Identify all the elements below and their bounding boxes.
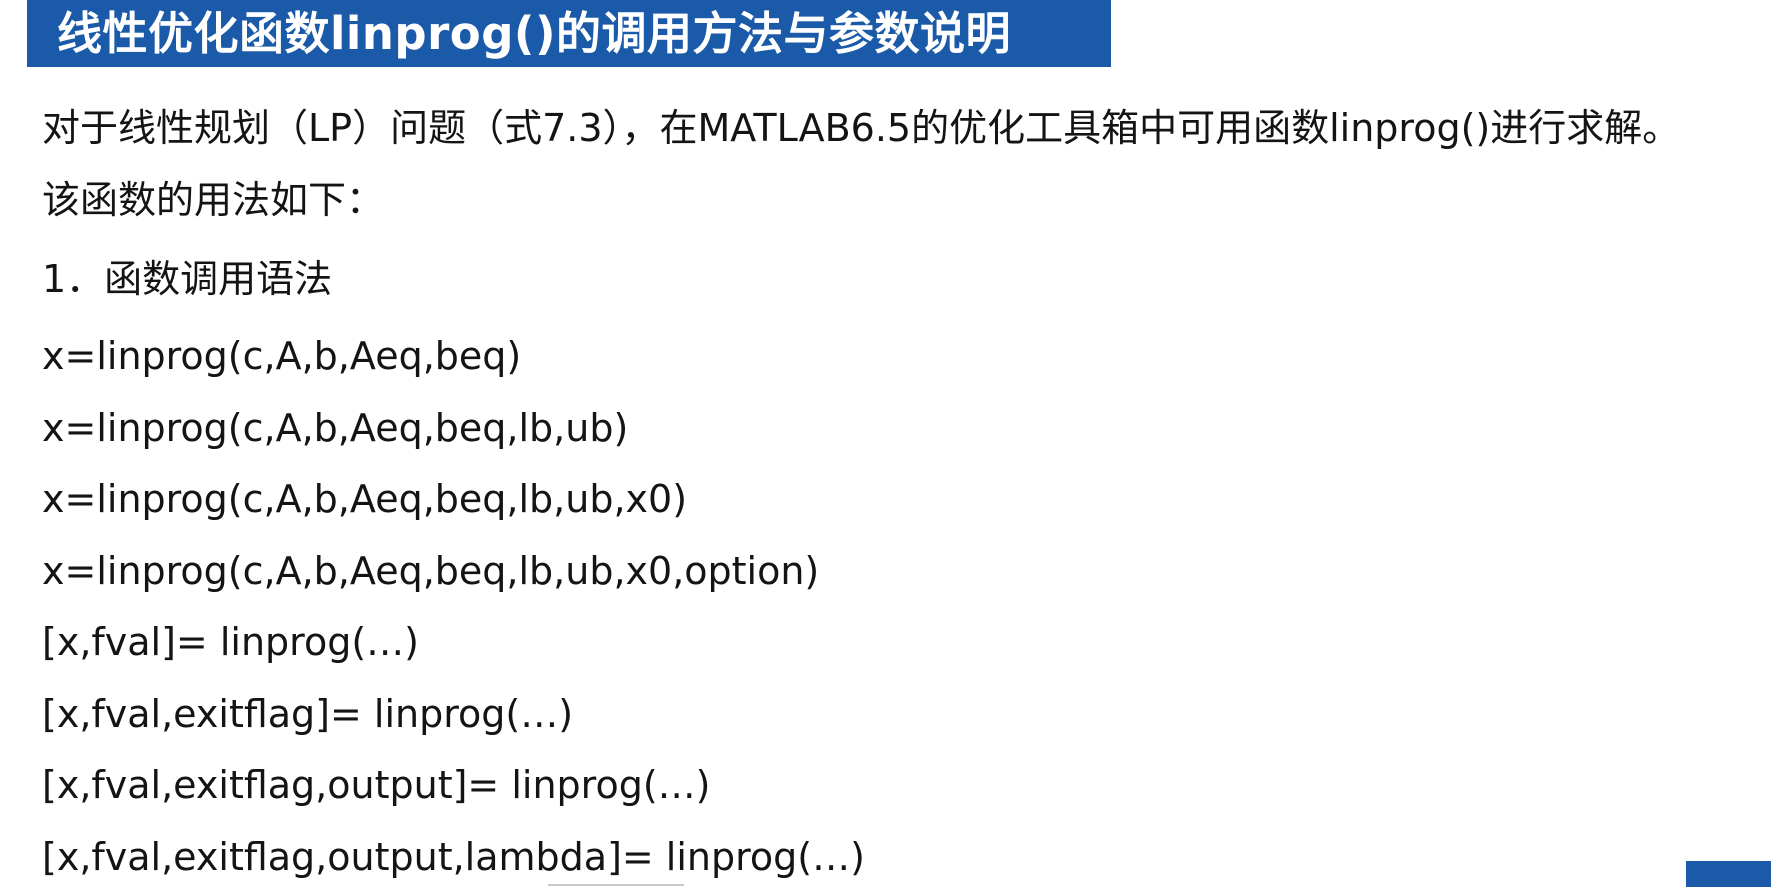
- syntax-line: x=linprog(c,A,b,Aeq,beq,lb,ub,x0): [42, 477, 688, 521]
- intro-line-1: 对于线性规划（LP）问题（式7.3），在MATLAB6.5的优化工具箱中可用函数…: [42, 106, 1681, 150]
- section-heading: 1．函数调用语法: [42, 257, 333, 301]
- intro-line-2: 该函数的用法如下：: [42, 178, 385, 222]
- page-title: 线性优化函数linprog()的调用方法与参数说明: [57, 7, 1012, 60]
- corner-decoration: [1686, 861, 1771, 887]
- intro-paragraph: 对于线性规划（LP）问题（式7.3），在MATLAB6.5的优化工具箱中可用函数…: [42, 92, 1680, 236]
- syntax-list: x=linprog(c,A,b,Aeq,beq) x=linprog(c,A,b…: [42, 321, 865, 887]
- syntax-line: [x,fval]= linprog(…): [42, 620, 419, 664]
- syntax-line: [x,fval,exitflag,output,lambda]= linprog…: [42, 834, 865, 879]
- syntax-line: [x,fval,exitflag,output]= linprog(…): [42, 763, 711, 807]
- bottom-divider: [548, 884, 684, 886]
- syntax-line: [x,fval,exitflag]= linprog(…): [42, 691, 574, 736]
- syntax-line: x=linprog(c,A,b,Aeq,beq,lb,ub,x0,option): [42, 548, 820, 593]
- title-banner: 线性优化函数linprog()的调用方法与参数说明: [27, 0, 1111, 67]
- syntax-line: x=linprog(c,A,b,Aeq,beq): [42, 334, 522, 378]
- syntax-line: x=linprog(c,A,b,Aeq,beq,lb,ub): [42, 405, 629, 450]
